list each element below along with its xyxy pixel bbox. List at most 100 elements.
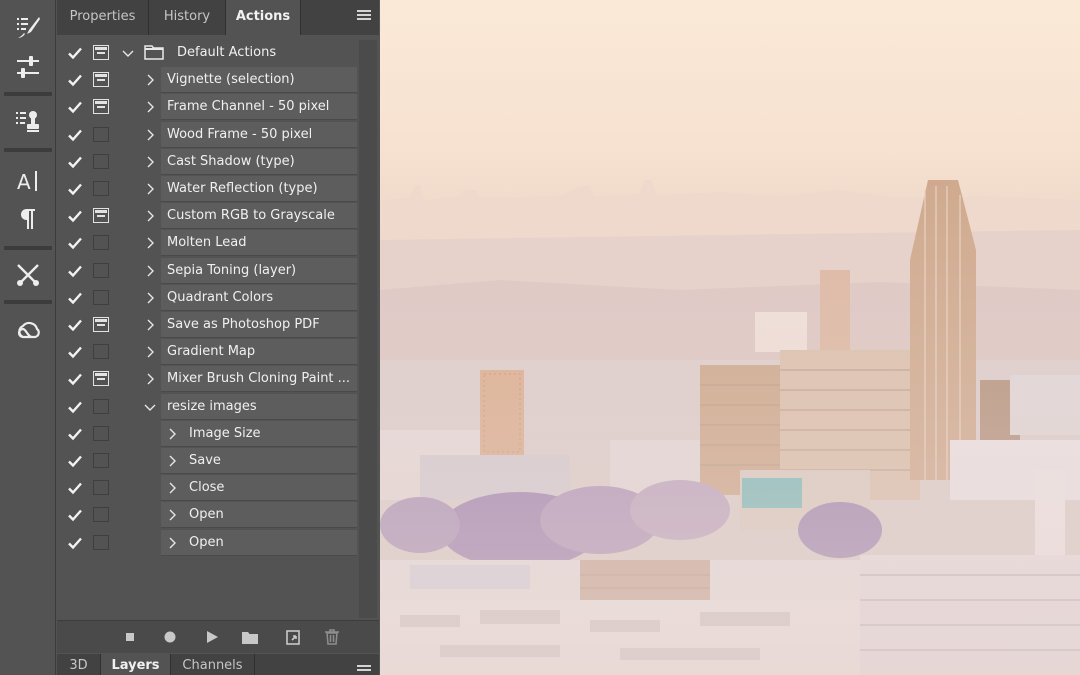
toggle-item-checkmark-icon[interactable] xyxy=(67,127,83,143)
chevron-right-icon[interactable] xyxy=(143,154,157,168)
action-row[interactable]: Wood Frame - 50 pixel xyxy=(57,121,357,148)
toggle-dialog-icon[interactable] xyxy=(93,534,109,550)
creative-cloud-icon[interactable] xyxy=(13,316,43,346)
new-action-icon[interactable] xyxy=(284,628,302,646)
chevron-right-icon[interactable] xyxy=(143,290,157,304)
chevron-right-icon[interactable] xyxy=(165,426,179,440)
chevron-right-icon[interactable] xyxy=(143,127,157,141)
tab-layers[interactable]: Layers xyxy=(101,654,171,675)
action-row[interactable]: Open xyxy=(57,529,357,556)
toggle-dialog-icon[interactable] xyxy=(93,480,109,496)
paragraph-styles-icon[interactable] xyxy=(13,12,43,42)
action-row[interactable]: Frame Channel - 50 pixel xyxy=(57,94,357,121)
document-canvas[interactable] xyxy=(380,0,1080,675)
toggle-dialog-icon[interactable] xyxy=(93,317,109,332)
action-row[interactable]: Water Reflection (type) xyxy=(57,176,357,202)
action-row[interactable]: Molten Lead xyxy=(57,230,357,257)
action-row[interactable]: Cast Shadow (type) xyxy=(57,148,357,175)
toggle-dialog-icon[interactable] xyxy=(93,398,109,414)
character-icon[interactable]: A xyxy=(13,166,43,196)
toggle-dialog-icon[interactable] xyxy=(93,453,109,468)
new-set-icon[interactable] xyxy=(241,628,259,646)
toggle-item-checkmark-icon[interactable] xyxy=(67,344,83,360)
toggle-item-checkmark-icon[interactable] xyxy=(67,535,83,551)
toggle-dialog-icon[interactable] xyxy=(93,181,109,196)
toggle-item-checkmark-icon[interactable] xyxy=(67,263,83,279)
toggle-dialog-icon[interactable] xyxy=(93,425,109,441)
adjustments-icon[interactable] xyxy=(13,52,43,82)
toggle-item-checkmark-icon[interactable] xyxy=(67,290,83,306)
bottom-panel-menu-icon[interactable] xyxy=(357,665,371,675)
toggle-dialog-icon[interactable] xyxy=(93,344,109,360)
action-label: Open xyxy=(189,507,224,523)
toggle-item-checkmark-icon[interactable] xyxy=(67,235,83,251)
toggle-item-checkmark-icon[interactable] xyxy=(67,99,83,115)
toggle-dialog-icon[interactable] xyxy=(93,45,109,60)
action-row[interactable]: Vignette (selection) xyxy=(57,67,357,94)
toggle-item-checkmark-icon[interactable] xyxy=(67,399,83,415)
action-row[interactable]: Gradient Map xyxy=(57,339,357,366)
record-icon[interactable] xyxy=(161,628,179,646)
toggle-item-checkmark-icon[interactable] xyxy=(67,154,83,170)
chevron-right-icon[interactable] xyxy=(143,235,157,249)
toggle-dialog-icon[interactable] xyxy=(93,99,109,115)
chevron-right-icon[interactable] xyxy=(165,480,179,494)
chevron-right-icon[interactable] xyxy=(143,72,157,86)
toggle-item-checkmark-icon[interactable] xyxy=(67,371,83,387)
chevron-right-icon[interactable] xyxy=(165,535,179,549)
action-row[interactable]: Custom RGB to Grayscale xyxy=(57,203,357,230)
chevron-right-icon[interactable] xyxy=(143,344,157,358)
delete-icon[interactable] xyxy=(323,628,341,646)
toggle-dialog-icon[interactable] xyxy=(93,289,109,305)
action-row[interactable]: Mixer Brush Cloning Paint ... xyxy=(57,366,357,393)
toggle-dialog-icon[interactable] xyxy=(93,126,109,142)
toggle-item-checkmark-icon[interactable] xyxy=(67,453,83,469)
stop-icon[interactable] xyxy=(121,628,139,646)
action-row[interactable]: resize images xyxy=(57,393,357,420)
toggle-item-checkmark-icon[interactable] xyxy=(67,45,83,61)
play-icon[interactable] xyxy=(203,628,221,646)
toggle-item-checkmark-icon[interactable] xyxy=(67,507,83,523)
toggle-dialog-icon[interactable] xyxy=(93,507,109,523)
toggle-dialog-icon[interactable] xyxy=(93,371,109,387)
chevron-right-icon[interactable] xyxy=(143,208,157,222)
clone-source-icon[interactable] xyxy=(13,106,43,136)
toggle-dialog-icon[interactable] xyxy=(93,72,109,88)
chevron-right-icon[interactable] xyxy=(165,453,179,467)
action-row[interactable]: Save as Photoshop PDF xyxy=(57,312,357,338)
toggle-dialog-icon[interactable] xyxy=(93,153,109,169)
tab-properties[interactable]: Properties xyxy=(57,0,149,35)
panel-menu-icon[interactable] xyxy=(357,10,371,22)
action-row[interactable]: Open xyxy=(57,502,357,529)
action-row[interactable]: Close xyxy=(57,475,357,502)
tab-history[interactable]: History xyxy=(149,0,226,35)
chevron-right-icon[interactable] xyxy=(165,507,179,521)
action-row[interactable]: Sepia Toning (layer) xyxy=(57,257,357,284)
toggle-item-checkmark-icon[interactable] xyxy=(67,72,83,88)
chevron-right-icon[interactable] xyxy=(143,263,157,277)
toggle-dialog-icon[interactable] xyxy=(93,235,109,251)
chevron-down-icon[interactable] xyxy=(143,399,157,413)
toggle-item-checkmark-icon[interactable] xyxy=(67,317,83,333)
toggle-item-checkmark-icon[interactable] xyxy=(67,208,83,224)
chevron-right-icon[interactable] xyxy=(143,181,157,195)
paragraph-icon[interactable] xyxy=(13,204,43,234)
action-set-row[interactable]: Default Actions xyxy=(57,40,357,66)
tool-presets-icon[interactable] xyxy=(13,260,43,290)
toggle-item-checkmark-icon[interactable] xyxy=(67,181,83,197)
toggle-dialog-icon[interactable] xyxy=(93,262,109,278)
tab-3d[interactable]: 3D xyxy=(57,654,101,675)
action-row[interactable]: Save xyxy=(57,448,357,474)
toggle-item-checkmark-icon[interactable] xyxy=(67,426,83,442)
actions-scrollbar[interactable] xyxy=(359,40,377,618)
toggle-item-checkmark-icon[interactable] xyxy=(67,480,83,496)
chevron-right-icon[interactable] xyxy=(143,99,157,113)
chevron-down-icon[interactable] xyxy=(121,45,135,59)
action-row[interactable]: Image Size xyxy=(57,420,357,447)
action-row[interactable]: Quadrant Colors xyxy=(57,284,357,311)
tab-channels[interactable]: Channels xyxy=(171,654,255,675)
chevron-right-icon[interactable] xyxy=(143,317,157,331)
tab-actions[interactable]: Actions xyxy=(226,0,301,35)
chevron-right-icon[interactable] xyxy=(143,371,157,385)
toggle-dialog-icon[interactable] xyxy=(93,208,109,224)
